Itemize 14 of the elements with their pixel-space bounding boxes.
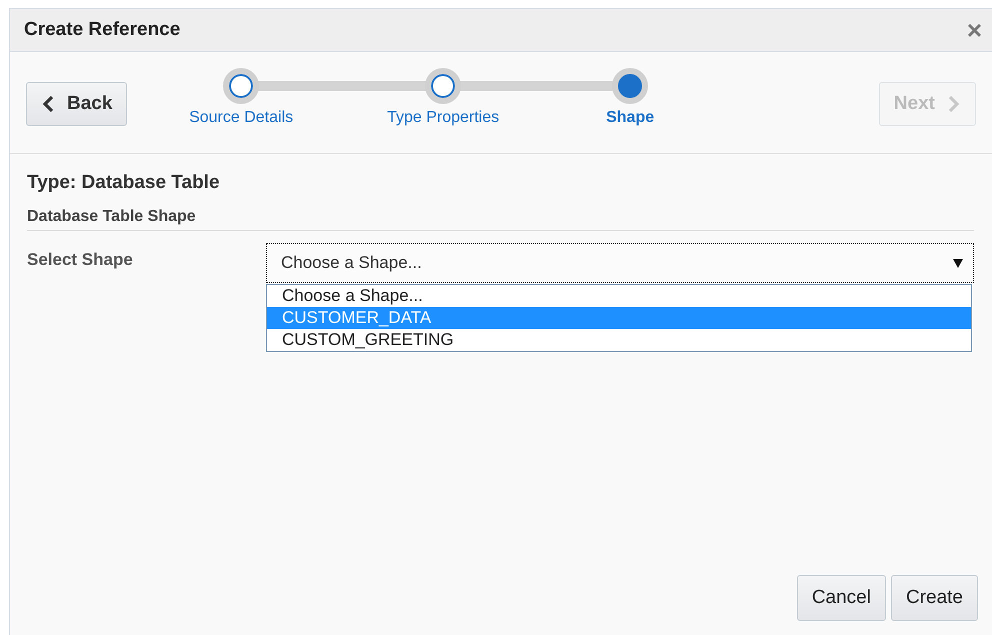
- type-heading: Type: Database Table: [27, 172, 221, 194]
- dropdown-option[interactable]: Choose a Shape...: [267, 285, 971, 307]
- step-label[interactable]: Shape: [606, 109, 654, 127]
- dialog-title: Create Reference: [24, 19, 180, 41]
- shape-select[interactable]: Choose a Shape...: [266, 243, 974, 283]
- step-label[interactable]: Type Properties: [387, 109, 500, 127]
- back-button[interactable]: Back: [26, 82, 128, 126]
- close-button[interactable]: ×: [966, 17, 982, 43]
- field-label: Select Shape: [27, 249, 134, 271]
- section-heading: Database Table Shape: [27, 208, 974, 231]
- cancel-button[interactable]: Cancel: [796, 575, 886, 621]
- create-button[interactable]: Create: [890, 575, 978, 621]
- step-label[interactable]: Source Details: [189, 109, 294, 127]
- dropdown-option[interactable]: CUSTOM_GREETING: [267, 329, 971, 351]
